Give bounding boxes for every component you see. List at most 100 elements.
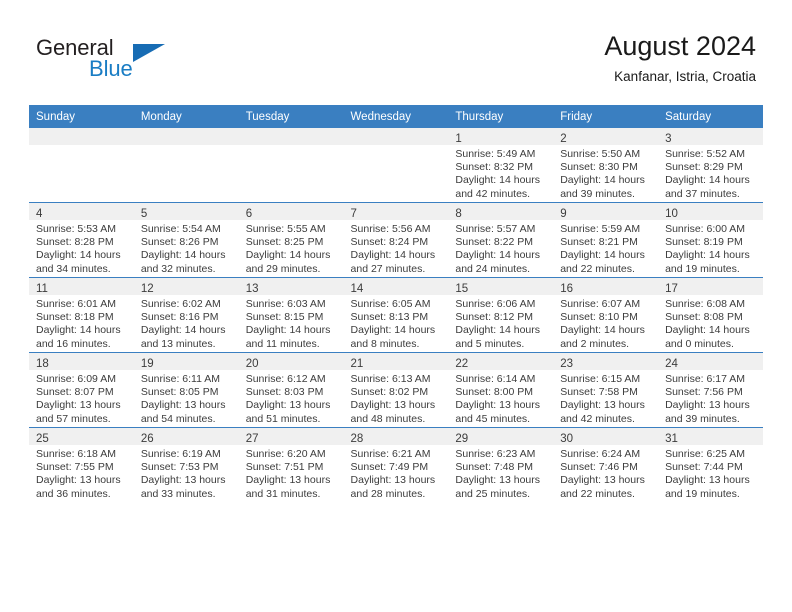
calendar-day-cell[interactable]: 2 Sunrise: 5:50 AM Sunset: 8:30 PM Daylight…: [553, 128, 659, 203]
day-number-band: 13: [238, 278, 344, 295]
day-info-line: Sunrise: 5:55 AM: [245, 223, 326, 235]
day-info-line: and 34 minutes.: [36, 262, 111, 275]
calendar-day-cell[interactable]: 28 Sunrise: 6:21 AM Sunset: 7:49 PM Dayligh…: [343, 427, 449, 502]
page-title: August 2024: [604, 31, 756, 61]
day-info-line: Sunrise: 5:50 AM: [560, 148, 641, 160]
calendar-day-cell[interactable]: 15 Sunrise: 6:06 AM Sunset: 8:12 PM Dayligh…: [448, 277, 554, 353]
page-header: General Blue August 2024 Kanfanar, Istri…: [0, 0, 792, 100]
calendar-day-cell[interactable]: 7 Sunrise: 5:56 AM Sunset: 8:24 PM Daylight…: [343, 202, 449, 278]
day-details: Sunrise: 6:14 AM Sunset: 8:00 PM Daylight:…: [448, 370, 553, 426]
calendar-day-cell[interactable]: 8 Sunrise: 5:57 AM Sunset: 8:22 PM Daylight…: [448, 202, 554, 278]
calendar-day-cell[interactable]: 22 Sunrise: 6:14 AM Sunset: 8:00 PM Dayligh…: [448, 352, 554, 428]
day-number-band: 21: [343, 353, 449, 370]
day-info-line: Daylight: 13 hours: [665, 399, 750, 412]
day-number-band: 29: [448, 428, 554, 445]
day-details: Sunrise: 6:18 AM Sunset: 7:55 PM Daylight:…: [29, 445, 134, 501]
calendar-day-cell[interactable]: 5 Sunrise: 5:54 AM Sunset: 8:26 PM Daylight…: [133, 202, 239, 278]
day-number-band: 15: [448, 278, 554, 295]
day-details: Sunrise: 6:02 AM Sunset: 8:16 PM Daylight:…: [134, 295, 239, 351]
calendar-day-cell[interactable]: 20 Sunrise: 6:12 AM Sunset: 8:03 PM Dayligh…: [238, 352, 344, 428]
day-info-line: Sunrise: 6:11 AM: [140, 373, 221, 385]
calendar-day-cell[interactable]: 16 Sunrise: 6:07 AM Sunset: 8:10 PM Dayligh…: [553, 277, 659, 353]
calendar-day-cell[interactable]: 30 Sunrise: 6:24 AM Sunset: 7:46 PM Dayligh…: [553, 427, 659, 502]
calendar-day-cell[interactable]: 17 Sunrise: 6:08 AM Sunset: 8:08 PM Dayligh…: [658, 277, 763, 353]
calendar-day-cell[interactable]: 14 Sunrise: 6:05 AM Sunset: 8:13 PM Dayligh…: [343, 277, 449, 353]
calendar-day-cell[interactable]: 31 Sunrise: 6:25 AM Sunset: 7:44 PM Dayligh…: [658, 427, 763, 502]
day-number: 29: [455, 433, 469, 445]
calendar-day-cell[interactable]: 10 Sunrise: 6:00 AM Sunset: 8:19 PM Dayligh…: [658, 202, 763, 278]
day-number: 19: [140, 358, 154, 370]
calendar-week-row: 11 Sunrise: 6:01 AM Sunset: 8:18 PM Dayligh…: [29, 277, 763, 353]
day-info-line: and 57 minutes.: [36, 412, 111, 425]
day-info-line: Sunrise: 6:12 AM: [245, 373, 326, 385]
day-info-line: Sunset: 7:49 PM: [350, 461, 429, 474]
day-details: Sunrise: 6:24 AM Sunset: 7:46 PM Daylight:…: [553, 445, 658, 501]
day-details: Sunrise: 6:25 AM Sunset: 7:44 PM Daylight:…: [658, 445, 763, 501]
day-number-band: [29, 128, 134, 145]
day-info-line: Sunset: 7:44 PM: [665, 461, 743, 474]
day-info-line: Sunset: 8:19 PM: [665, 236, 743, 249]
day-info-line: and 37 minutes.: [665, 187, 740, 200]
calendar-week-row: 25 Sunrise: 6:18 AM Sunset: 7:55 PM Dayligh…: [29, 427, 763, 502]
calendar-day-cell[interactable]: 9 Sunrise: 5:59 AM Sunset: 8:21 PM Daylight…: [553, 202, 659, 278]
calendar-day-cell[interactable]: 24 Sunrise: 6:17 AM Sunset: 7:56 PM Dayligh…: [658, 352, 763, 428]
calendar-day-cell[interactable]: 19 Sunrise: 6:11 AM Sunset: 8:05 PM Dayligh…: [133, 352, 239, 428]
calendar-day-cell[interactable]: 25 Sunrise: 6:18 AM Sunset: 7:55 PM Dayligh…: [29, 427, 134, 502]
day-number: 16: [560, 283, 574, 295]
day-details: Sunrise: 6:09 AM Sunset: 8:07 PM Daylight:…: [29, 370, 134, 426]
day-info-line: and 36 minutes.: [36, 487, 111, 500]
day-number-band: 10: [658, 203, 763, 220]
day-details: Sunrise: 6:13 AM Sunset: 8:02 PM Daylight:…: [344, 370, 449, 426]
day-info-line: and 45 minutes.: [455, 412, 531, 425]
calendar-day-cell[interactable]: 11 Sunrise: 6:01 AM Sunset: 8:18 PM Dayligh…: [29, 277, 134, 353]
day-number: 13: [245, 283, 259, 295]
day-details: Sunrise: 5:53 AM Sunset: 8:28 PM Daylight:…: [29, 220, 134, 276]
day-number-band: 5: [133, 203, 239, 220]
day-number-band: 2: [553, 128, 659, 145]
day-number-band: [238, 128, 344, 145]
day-details: Sunrise: 6:11 AM Sunset: 8:05 PM Daylight:…: [134, 370, 239, 426]
logo-triangle-icon: [133, 44, 165, 62]
day-number: 5: [140, 208, 148, 220]
day-number-band: 25: [29, 428, 134, 445]
day-info-line: Sunset: 7:55 PM: [36, 461, 114, 474]
day-info-line: Daylight: 14 hours: [455, 324, 541, 337]
day-info-line: Sunrise: 5:54 AM: [140, 223, 221, 235]
day-info-line: Sunset: 8:26 PM: [140, 236, 219, 249]
day-info-line: Sunrise: 6:07 AM: [560, 298, 641, 310]
calendar-day-cell[interactable]: 13 Sunrise: 6:03 AM Sunset: 8:15 PM Dayligh…: [238, 277, 344, 353]
calendar-day-cell[interactable]: 3 Sunrise: 5:52 AM Sunset: 8:29 PM Daylight…: [658, 128, 763, 203]
calendar-day-cell[interactable]: 29 Sunrise: 6:23 AM Sunset: 7:48 PM Dayligh…: [448, 427, 554, 502]
calendar-day-cell[interactable]: 27 Sunrise: 6:20 AM Sunset: 7:51 PM Dayligh…: [238, 427, 344, 502]
day-number-band: 16: [553, 278, 659, 295]
day-info-line: Sunrise: 6:00 AM: [665, 223, 746, 235]
calendar-day-cell[interactable]: 4 Sunrise: 5:53 AM Sunset: 8:28 PM Daylight…: [29, 202, 134, 278]
day-info-line: Sunset: 8:22 PM: [455, 236, 534, 249]
general-blue-logo[interactable]: General Blue: [36, 36, 276, 92]
day-details: Sunrise: 5:54 AM Sunset: 8:26 PM Daylight:…: [134, 220, 239, 276]
calendar-day-cell[interactable]: 21 Sunrise: 6:13 AM Sunset: 8:02 PM Dayligh…: [343, 352, 449, 428]
day-info-line: Daylight: 13 hours: [560, 399, 645, 412]
day-info-line: and 2 minutes.: [560, 337, 630, 350]
calendar-day-cell[interactable]: 23 Sunrise: 6:15 AM Sunset: 7:58 PM Dayligh…: [553, 352, 659, 428]
day-info-line: Daylight: 14 hours: [665, 324, 750, 337]
day-details: Sunrise: 6:01 AM Sunset: 8:18 PM Daylight:…: [29, 295, 134, 351]
day-number: 24: [665, 358, 678, 370]
day-info-line: and 39 minutes.: [560, 187, 635, 200]
calendar-day-cell[interactable]: 1 Sunrise: 5:49 AM Sunset: 8:32 PM Daylight…: [448, 128, 554, 203]
day-info-line: Sunset: 8:24 PM: [350, 236, 429, 249]
calendar-day-cell[interactable]: 12 Sunrise: 6:02 AM Sunset: 8:16 PM Dayligh…: [133, 277, 239, 353]
day-number-band: 31: [658, 428, 763, 445]
day-info-line: Sunrise: 6:05 AM: [350, 298, 431, 310]
day-info-line: Sunset: 8:02 PM: [350, 386, 429, 399]
day-number-band: [133, 128, 239, 145]
day-info-line: Daylight: 13 hours: [665, 474, 750, 487]
calendar-day-cell[interactable]: 6 Sunrise: 5:55 AM Sunset: 8:25 PM Daylight…: [238, 202, 344, 278]
calendar-day-cell[interactable]: 26 Sunrise: 6:19 AM Sunset: 7:53 PM Dayligh…: [133, 427, 239, 502]
day-number: 18: [36, 358, 49, 370]
day-info-line: Sunrise: 6:25 AM: [665, 448, 746, 460]
calendar-empty-cell: [238, 128, 344, 203]
day-details: Sunrise: 5:57 AM Sunset: 8:22 PM Daylight:…: [448, 220, 553, 276]
day-number-band: 27: [238, 428, 344, 445]
calendar-day-cell[interactable]: 18 Sunrise: 6:09 AM Sunset: 8:07 PM Dayligh…: [29, 352, 134, 428]
